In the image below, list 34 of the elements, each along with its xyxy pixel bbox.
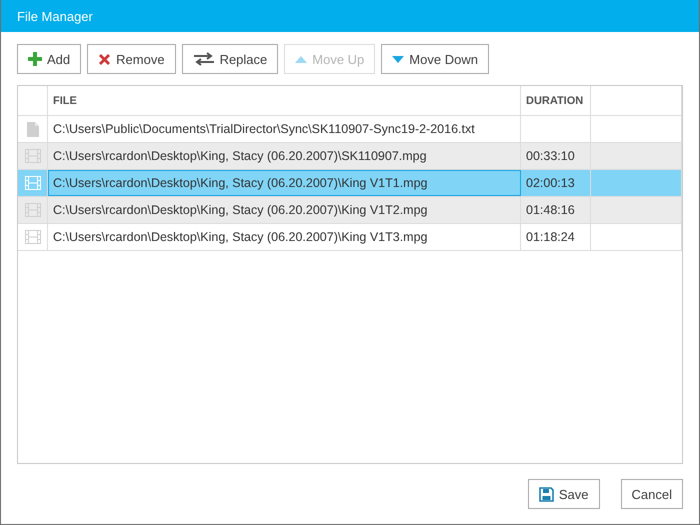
table-row[interactable]: C:\Users\rcardon\Desktop\King, Stacy (06.20.2007)\King V1T1.mpg 02:00:13: [18, 170, 682, 197]
table-row[interactable]: C:\Users\rcardon\Desktop\King, Stacy (06.20.2007)\SK110907.mpg 00:33:10: [18, 143, 682, 170]
plus-icon: [28, 52, 42, 66]
toolbar-button[interactable]: Remove: [87, 44, 176, 74]
file-cell: C:\Users\rcardon\Desktop\King, Stacy (06.20.2007)\King V1T3.mpg: [48, 224, 521, 250]
file-cell: C:\Users\rcardon\Desktop\King, Stacy (06.20.2007)\King V1T1.mpg: [48, 170, 521, 196]
triangle-up-icon: [295, 56, 308, 62]
film-icon: [24, 203, 40, 217]
duration-cell: 02:00:13: [521, 170, 591, 196]
film-icon: [24, 230, 40, 244]
save-button[interactable]: Save: [528, 479, 600, 509]
duration-cell: 00:33:10: [521, 143, 591, 169]
file-cell: C:\Users\rcardon\Desktop\King, Stacy (06.20.2007)\King V1T2.mpg: [48, 197, 521, 223]
file-cell: C:\Users\Public\Documents\TrialDirector\Sync\SK110907-Sync19-2-2016.txt: [48, 116, 521, 142]
close-icon: [98, 52, 112, 66]
table-row[interactable]: C:\Users\rcardon\Desktop\King, Stacy (06.20.2007)\King V1T3.mpg 01:18:24: [18, 224, 682, 251]
column-header[interactable]: DURATION: [521, 86, 591, 115]
duration-cell: 01:18:24: [521, 224, 591, 250]
triangle-down-icon: [392, 56, 404, 62]
table-row[interactable]: C:\Users\rcardon\Desktop\King, Stacy (06.20.2007)\King V1T2.mpg 01:48:16: [18, 197, 682, 224]
file-cell: C:\Users\rcardon\Desktop\King, Stacy (06.20.2007)\SK110907.mpg: [48, 143, 521, 169]
table-row[interactable]: C:\Users\Public\Documents\TrialDirector\Sync\SK110907-Sync19-2-2016.txt: [18, 116, 682, 143]
duration-cell: 01:48:16: [521, 197, 591, 223]
column-header[interactable]: FILE: [48, 86, 521, 115]
cancel-button[interactable]: Cancel: [620, 479, 683, 509]
window-title: File Manager: [17, 8, 93, 24]
toolbar-button[interactable]: Replace: [182, 44, 278, 74]
film-icon: [24, 176, 40, 190]
toolbar-button[interactable]: Add: [17, 44, 82, 74]
toolbar-button[interactable]: Move Down: [381, 44, 489, 74]
document-icon: [26, 122, 38, 136]
save-icon: [538, 486, 554, 502]
film-icon: [24, 149, 40, 163]
swap-arrows-icon: [192, 52, 215, 66]
